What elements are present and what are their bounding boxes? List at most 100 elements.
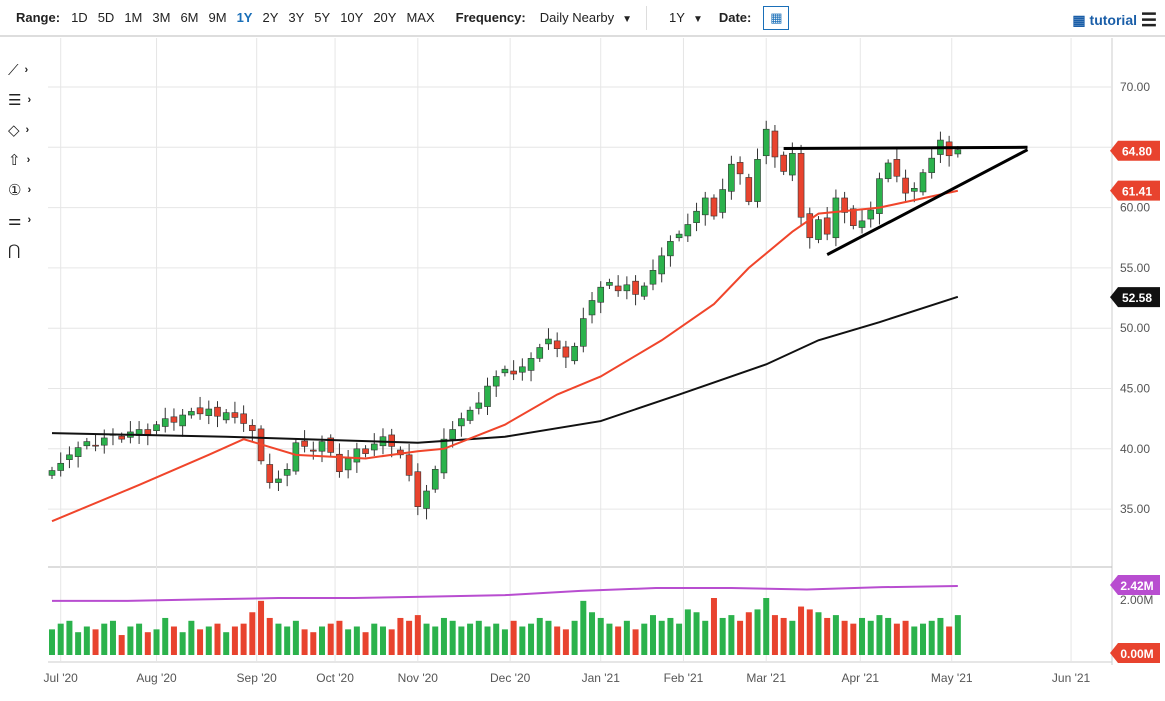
candle [370, 433, 378, 457]
candle [562, 340, 570, 368]
candle-body [527, 358, 535, 371]
price-tag-label: 0.00M [1120, 647, 1153, 661]
volume-bar [824, 617, 831, 655]
candle [728, 155, 735, 200]
volume-bar [554, 626, 561, 655]
candle [693, 202, 700, 232]
candle-body [231, 412, 239, 418]
volume-bar [658, 620, 665, 655]
volume-bar [388, 629, 395, 655]
candle-body [118, 435, 125, 440]
candle-body [484, 385, 491, 407]
volume-bar [83, 626, 90, 655]
candle-body [762, 128, 770, 157]
candle [640, 282, 648, 300]
candle [266, 453, 274, 489]
y-tick-label: 45.00 [1120, 382, 1150, 396]
candle-body [553, 340, 561, 350]
candle-body [667, 241, 674, 257]
volume-bar [66, 620, 73, 655]
x-tick-label: Sep '20 [237, 671, 278, 685]
x-tick-label: May '21 [931, 671, 973, 685]
volume-bar [144, 632, 151, 655]
candle [850, 205, 857, 230]
candle-body [292, 442, 300, 472]
y-tick-label: 35.00 [1120, 502, 1150, 516]
volume-bar [693, 612, 700, 655]
candle-body [266, 464, 274, 483]
candle [536, 343, 544, 362]
volume-bar [571, 620, 578, 655]
candle [431, 465, 439, 493]
candle-body [449, 429, 456, 440]
candle-body [780, 154, 787, 172]
volume-bar [528, 623, 535, 655]
candle [100, 429, 108, 454]
candle-body [867, 209, 875, 220]
candle [74, 441, 82, 468]
candle [484, 377, 491, 416]
candle [902, 169, 909, 202]
volume-bar [763, 598, 770, 655]
candle [658, 247, 666, 283]
candle-body [475, 402, 483, 409]
volume-bar [484, 626, 491, 655]
candle-body [797, 153, 805, 218]
candle [884, 159, 892, 183]
candle [161, 407, 169, 433]
candle-body [362, 448, 369, 454]
candle-body [275, 478, 282, 483]
candle-body [153, 424, 160, 432]
volume-bar [284, 626, 291, 655]
candle-body [240, 413, 247, 424]
candle-body [684, 224, 692, 237]
volume-bar [379, 626, 386, 655]
volume-bar [632, 629, 639, 655]
candle [127, 421, 134, 444]
volume-bar [397, 617, 404, 655]
volume-bar [432, 626, 439, 655]
volume-bar [623, 620, 630, 655]
volume-bar [75, 632, 82, 655]
volume-bar [205, 626, 212, 655]
candle [327, 434, 335, 457]
candle [771, 124, 779, 168]
candle [466, 406, 474, 425]
volume-bar [676, 623, 683, 655]
candle [545, 328, 552, 350]
candle [83, 437, 91, 450]
candle-body [545, 338, 552, 345]
volume-bar [597, 617, 604, 655]
volume-bar [92, 629, 99, 655]
candle-body [92, 444, 99, 447]
candle [841, 191, 848, 224]
volume-axis-label: 2.00M [1120, 593, 1153, 607]
candle [832, 189, 840, 247]
volume-bar [946, 626, 953, 655]
candle [179, 409, 186, 437]
candle [588, 292, 596, 324]
price-chart[interactable]: 70.0065.0060.0055.0050.0045.0040.0035.00… [0, 0, 1165, 701]
volume-bar [101, 623, 108, 655]
volume-bar [789, 620, 796, 655]
candle [405, 443, 413, 482]
candle [309, 441, 317, 460]
candle-body [658, 255, 666, 275]
candle-body [919, 172, 927, 193]
candle [205, 400, 213, 425]
candle-body [928, 157, 936, 173]
volume-tag: 0.00M [1110, 643, 1160, 663]
volume-bar [109, 620, 116, 655]
volume-bar [702, 620, 709, 655]
volume-bar [867, 620, 874, 655]
candle-body [249, 424, 256, 432]
volume-bar [475, 620, 482, 655]
x-tick-label: Jul '20 [44, 671, 79, 685]
candle-body [675, 233, 683, 239]
volume-bar [406, 620, 413, 655]
volume-bar [292, 620, 299, 655]
volume-avg-tag: 2.42M [1110, 575, 1160, 595]
candle-body [562, 346, 570, 358]
candle-body [170, 416, 178, 423]
volume-bar [127, 626, 134, 655]
